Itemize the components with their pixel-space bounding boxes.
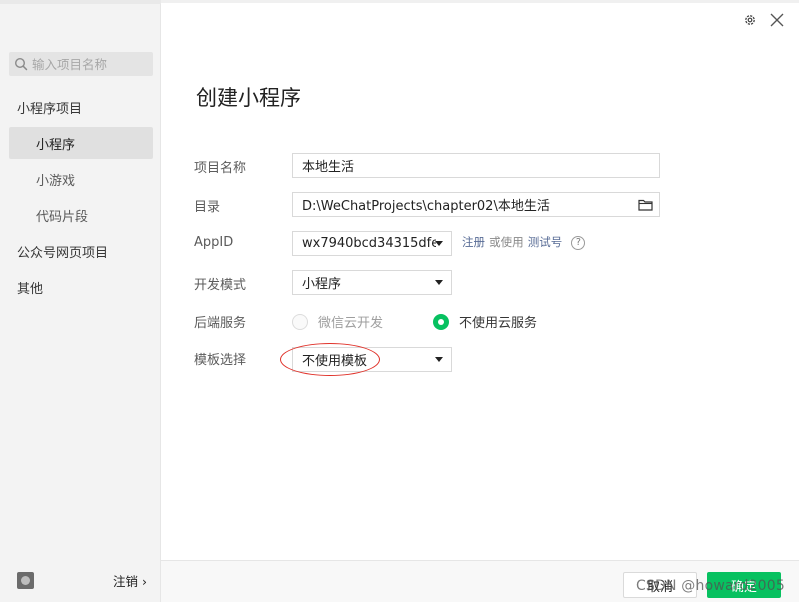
or-use-text: 或使用 [489, 235, 524, 249]
chevron-down-icon [435, 241, 443, 246]
folder-icon[interactable] [638, 198, 653, 211]
appid-value: wx7940bcd34315dfea [302, 236, 436, 251]
page-title: 创建小程序 [196, 86, 301, 110]
sidebar-item-label: 公众号网页项目 [17, 245, 109, 261]
sidebar-item-label: 小游戏 [36, 173, 76, 189]
radio-no-cloud-label: 不使用云服务 [459, 316, 538, 331]
sidebar-top-strip [0, 0, 161, 4]
radio-circle [292, 313, 308, 330]
radio-circle-checked [433, 313, 449, 330]
template-select[interactable]: 不使用模板 [292, 347, 452, 372]
logout-label: 注销 [113, 573, 139, 589]
sidebar-item-miniprogram[interactable]: 小程序 [9, 127, 153, 159]
dev-mode-select[interactable]: 小程序 [292, 270, 452, 295]
backend-label: 后端服务 [194, 316, 247, 331]
sidebar-item-label: 代码片段 [36, 209, 89, 225]
chevron-down-icon [435, 357, 443, 362]
search-icon [14, 57, 28, 71]
radio-no-cloud[interactable]: 不使用云服务 [433, 312, 537, 331]
template-label: 模板选择 [194, 353, 247, 368]
directory-value: D:\WeChatProjects\chapter02\本地生活 [302, 199, 550, 214]
directory-label: 目录 [194, 200, 221, 215]
sidebar-item-minigame[interactable]: 小游戏 [9, 163, 153, 195]
radio-cloud-dev-label: 微信云开发 [318, 316, 384, 331]
dev-mode-label: 开发模式 [194, 278, 247, 293]
sidebar-item-official-account-web[interactable]: 公众号网页项目 [9, 235, 153, 267]
project-name-field[interactable] [292, 153, 660, 178]
help-icon[interactable]: ? [571, 235, 586, 250]
cancel-button[interactable]: 取消 [623, 572, 697, 598]
appid-links: 注册 或使用 测试号 ? [462, 234, 586, 250]
appid-label: AppID [194, 235, 234, 250]
sidebar-item-label: 其他 [17, 281, 44, 297]
sidebar-item-label: 小程序 [36, 137, 76, 153]
search-input[interactable] [32, 56, 150, 72]
sidebar-footer: 注销 › [0, 558, 161, 602]
project-name-input[interactable] [302, 158, 659, 173]
register-link[interactable]: 注册 [462, 235, 485, 249]
sidebar-item-code-snippet[interactable]: 代码片段 [9, 199, 153, 231]
chevron-right-icon: › [142, 573, 147, 589]
sidebar: 小程序项目 小程序 小游戏 代码片段 公众号网页项目 其他 注销 › [0, 0, 161, 602]
gear-icon[interactable] [743, 13, 757, 27]
dialog-footer: 取消 确定 [161, 560, 799, 602]
test-account-link[interactable]: 测试号 [528, 235, 563, 249]
window-top-edge [161, 0, 799, 3]
radio-cloud-dev[interactable]: 微信云开发 [292, 312, 383, 331]
appid-select[interactable]: wx7940bcd34315dfea [292, 231, 452, 256]
dev-mode-value: 小程序 [302, 277, 342, 292]
avatar[interactable] [17, 571, 34, 589]
directory-field[interactable]: D:\WeChatProjects\chapter02\本地生活 [292, 192, 660, 217]
logout-button[interactable]: 注销 › [113, 571, 147, 590]
close-icon[interactable] [769, 12, 785, 28]
sidebar-item-label: 小程序项目 [17, 101, 83, 117]
sidebar-item-other[interactable]: 其他 [9, 271, 153, 303]
sidebar-item-miniprogram-project[interactable]: 小程序项目 [9, 91, 153, 123]
chevron-down-icon [435, 280, 443, 285]
project-name-label: 项目名称 [194, 161, 247, 176]
window-controls [743, 12, 785, 28]
template-value: 不使用模板 [302, 354, 368, 369]
confirm-button[interactable]: 确定 [707, 572, 781, 598]
search-box[interactable] [9, 52, 153, 76]
